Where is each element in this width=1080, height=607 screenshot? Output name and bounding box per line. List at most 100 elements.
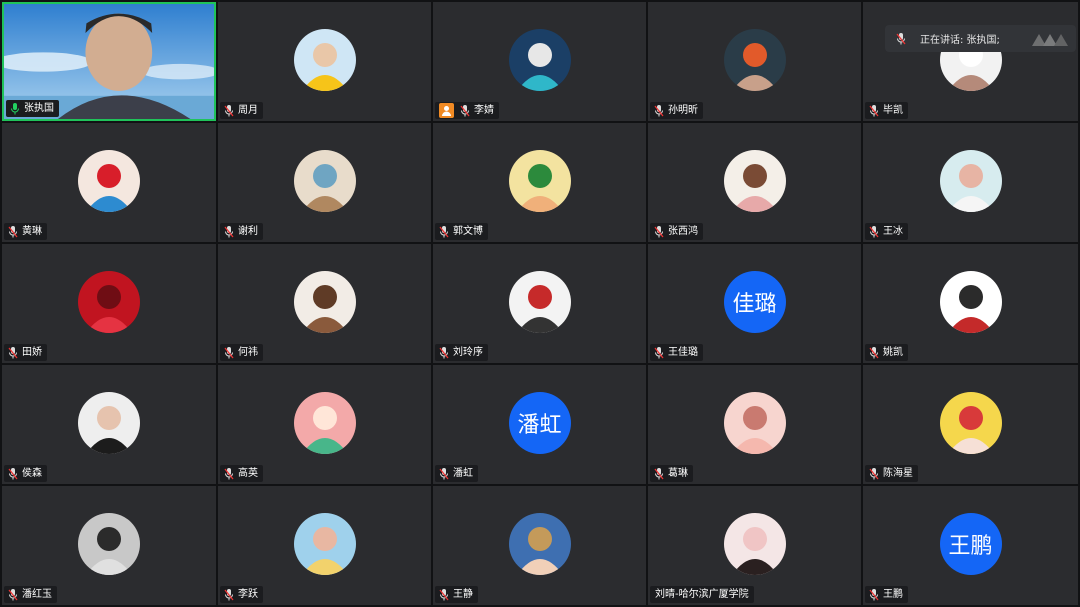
microphone-muted-icon — [224, 346, 234, 359]
participant-name: 王鹏 — [883, 589, 903, 600]
participant-tile[interactable]: 高英 — [218, 365, 431, 484]
microphone-muted-icon — [224, 225, 234, 238]
microphone-muted-icon — [439, 467, 449, 480]
participant-name-bar: 何祎 — [220, 344, 263, 361]
participant-name: 何祎 — [238, 347, 258, 358]
participant-name: 李婧 — [474, 105, 494, 116]
avatar — [723, 512, 786, 575]
participant-name: 葛琳 — [668, 468, 688, 479]
app-logo-icon — [1032, 33, 1068, 46]
microphone-muted-icon — [869, 588, 879, 601]
participant-name-bar: 高英 — [220, 465, 263, 482]
participant-name-bar: 葛琳 — [650, 465, 693, 482]
participant-tile[interactable]: 黄琳 — [2, 123, 216, 242]
participant-tile[interactable]: 刘玲序 — [433, 244, 646, 363]
participant-tile[interactable]: 李婧 — [433, 2, 646, 121]
participant-tile[interactable]: 张西鸿 — [648, 123, 861, 242]
microphone-muted-icon — [8, 588, 18, 601]
participant-tile[interactable]: 佳璐王佳璐 — [648, 244, 861, 363]
avatar — [508, 270, 571, 333]
participant-name-bar: 周月 — [220, 102, 263, 119]
avatar — [78, 149, 140, 212]
participant-name: 黄琳 — [22, 226, 42, 237]
participant-name: 周月 — [238, 105, 258, 116]
avatar — [939, 149, 1002, 212]
microphone-muted-icon — [869, 104, 879, 117]
active-speaker-banner: 正在讲话: 张执国; — [885, 25, 1076, 52]
active-speaker-text: 正在讲话: 张执国; — [920, 35, 1000, 46]
avatar-initials: 潘虹 — [508, 391, 571, 454]
participant-tile[interactable]: 谢利 — [218, 123, 431, 242]
participant-name: 郭文博 — [453, 226, 483, 237]
microphone-muted-icon — [439, 225, 449, 238]
microphone-active-icon — [10, 102, 20, 115]
participant-name-bar: 陈海星 — [865, 465, 918, 482]
participant-name: 刘晴-哈尔滨广厦学院 — [655, 589, 749, 600]
participant-name: 田娇 — [22, 347, 42, 358]
participant-name: 王佳璐 — [668, 347, 698, 358]
participant-name-bar: 侯森 — [4, 465, 47, 482]
participant-tile[interactable]: 田娇 — [2, 244, 216, 363]
participant-tile[interactable]: 李跃 — [218, 486, 431, 605]
avatar — [939, 391, 1002, 454]
avatar-initials: 王鹏 — [939, 512, 1002, 575]
participant-tile[interactable]: 孙明昕 — [648, 2, 861, 121]
avatar — [293, 28, 356, 91]
participant-tile[interactable]: 王静 — [433, 486, 646, 605]
participant-name-bar: 谢利 — [220, 223, 263, 240]
participant-tile[interactable]: 周月 — [218, 2, 431, 121]
avatar — [723, 391, 786, 454]
participant-name-bar: 郭文博 — [435, 223, 488, 240]
participant-name-bar: 李婧 — [435, 102, 499, 119]
microphone-muted-icon — [869, 225, 879, 238]
participant-tile[interactable]: 张执国 — [2, 2, 216, 121]
microphone-muted-icon — [654, 225, 664, 238]
participant-name: 陈海星 — [883, 468, 913, 479]
microphone-muted-icon — [869, 346, 879, 359]
participant-name-bar: 刘玲序 — [435, 344, 488, 361]
participant-name: 潘红玉 — [22, 589, 52, 600]
participant-name: 孙明昕 — [668, 105, 698, 116]
participant-tile[interactable]: 王鹏 王鹏 — [863, 486, 1078, 605]
host-icon — [439, 103, 454, 118]
microphone-muted-icon — [439, 346, 449, 359]
participant-name: 姚凯 — [883, 347, 903, 358]
participant-name-bar: 王鹏 — [865, 586, 908, 603]
microphone-muted-icon — [439, 588, 449, 601]
participant-tile[interactable]: 潘虹 潘虹 — [433, 365, 646, 484]
participant-tile[interactable]: 何祎 — [218, 244, 431, 363]
participant-name: 高英 — [238, 468, 258, 479]
participant-tile[interactable]: 郭文博 — [433, 123, 646, 242]
avatar-initials: 佳璐 — [723, 270, 786, 333]
participant-name-bar: 李跃 — [220, 586, 263, 603]
participant-name: 李跃 — [238, 589, 258, 600]
microphone-icon — [896, 32, 906, 45]
microphone-muted-icon — [224, 467, 234, 480]
participant-tile[interactable]: 毕凯 — [863, 2, 1078, 121]
avatar — [78, 391, 140, 454]
participant-tile[interactable]: 侯森 — [2, 365, 216, 484]
participant-tile[interactable]: 陈海星 — [863, 365, 1078, 484]
participant-tile[interactable]: 王冰 — [863, 123, 1078, 242]
participant-tile[interactable]: 刘晴-哈尔滨广厦学院 — [648, 486, 861, 605]
microphone-muted-icon — [224, 104, 234, 117]
microphone-muted-icon — [8, 225, 18, 238]
participant-name: 侯森 — [22, 468, 42, 479]
microphone-muted-icon — [654, 346, 664, 359]
participant-tile[interactable]: 潘红玉 — [2, 486, 216, 605]
participant-name: 刘玲序 — [453, 347, 483, 358]
avatar — [78, 270, 140, 333]
participant-name-bar: 王佳璐 — [650, 344, 703, 361]
participant-name: 潘虹 — [453, 468, 473, 479]
avatar — [293, 270, 356, 333]
microphone-muted-icon — [654, 104, 664, 117]
participant-name: 谢利 — [238, 226, 258, 237]
participant-grid: 张执国 周月 李婧 孙明昕 毕凯 黄琳 谢利 郭文博 张西鸿 王冰 田娇 何祎 刘玲序 佳璐 王佳璐 姚凯 侯森… — [0, 0, 1080, 607]
participant-tile[interactable]: 姚凯 — [863, 244, 1078, 363]
participant-name-bar: 刘晴-哈尔滨广厦学院 — [650, 586, 754, 603]
avatar — [723, 28, 786, 91]
participant-name-bar: 毕凯 — [865, 102, 908, 119]
participant-name: 张西鸿 — [668, 226, 698, 237]
participant-tile[interactable]: 葛琳 — [648, 365, 861, 484]
microphone-muted-icon — [8, 467, 18, 480]
